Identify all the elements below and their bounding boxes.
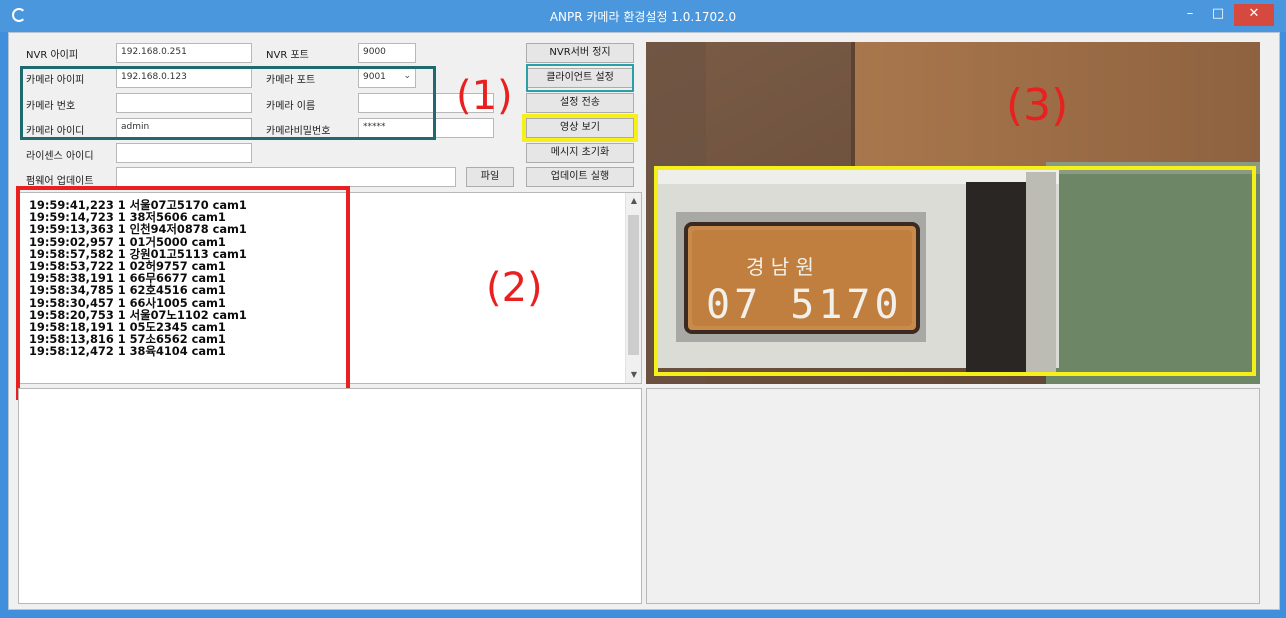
- annotation-box-plate: [654, 166, 1256, 376]
- annotation-box-camera-settings: [20, 66, 436, 140]
- title-bar[interactable]: ANPR 카메라 환경설정 1.0.1702.0 – □ ✕: [0, 0, 1286, 32]
- annotation-box-log: [16, 186, 350, 400]
- annotation-label-1: (1): [456, 73, 513, 119]
- close-button[interactable]: ✕: [1234, 4, 1274, 26]
- nvr-ip-label: NVR 아이피: [26, 50, 79, 61]
- firmware-update-label: 펌웨어 업데이트: [26, 176, 94, 187]
- file-button[interactable]: 파일: [466, 167, 514, 187]
- annotation-label-3: (3): [1006, 80, 1069, 131]
- message-clear-button[interactable]: 메시지 초기화: [526, 143, 634, 163]
- scroll-thumb[interactable]: [628, 215, 639, 355]
- license-id-label: 라이센스 아이디: [26, 151, 94, 162]
- firmware-path-field[interactable]: [116, 167, 456, 187]
- minimize-button[interactable]: –: [1178, 4, 1202, 26]
- license-id-field[interactable]: [116, 143, 252, 163]
- scroll-down-arrow-icon[interactable]: ▼: [626, 367, 642, 383]
- nvr-port-label: NVR 포트: [266, 50, 309, 61]
- nvr-ip-field[interactable]: 192.168.0.251: [116, 43, 252, 63]
- settings-apply-button[interactable]: 설정 전송: [526, 93, 634, 113]
- annotation-box-video-view: [522, 114, 638, 142]
- nvr-port-field[interactable]: 9000: [358, 43, 416, 63]
- update-run-button[interactable]: 업데이트 실행: [526, 167, 634, 187]
- log-scrollbar[interactable]: ▲ ▼: [625, 193, 641, 383]
- annotation-label-2: (2): [486, 265, 543, 311]
- nvr-stop-button[interactable]: NVR서버 정지: [526, 43, 634, 63]
- maximize-button[interactable]: □: [1206, 4, 1230, 26]
- scroll-up-arrow-icon[interactable]: ▲: [626, 193, 642, 209]
- bottom-right-panel: [646, 388, 1260, 604]
- window-title: ANPR 카메라 환경설정 1.0.1702.0: [549, 10, 737, 24]
- annotation-box-client-settings: [526, 64, 634, 92]
- bottom-left-panel: [18, 388, 642, 604]
